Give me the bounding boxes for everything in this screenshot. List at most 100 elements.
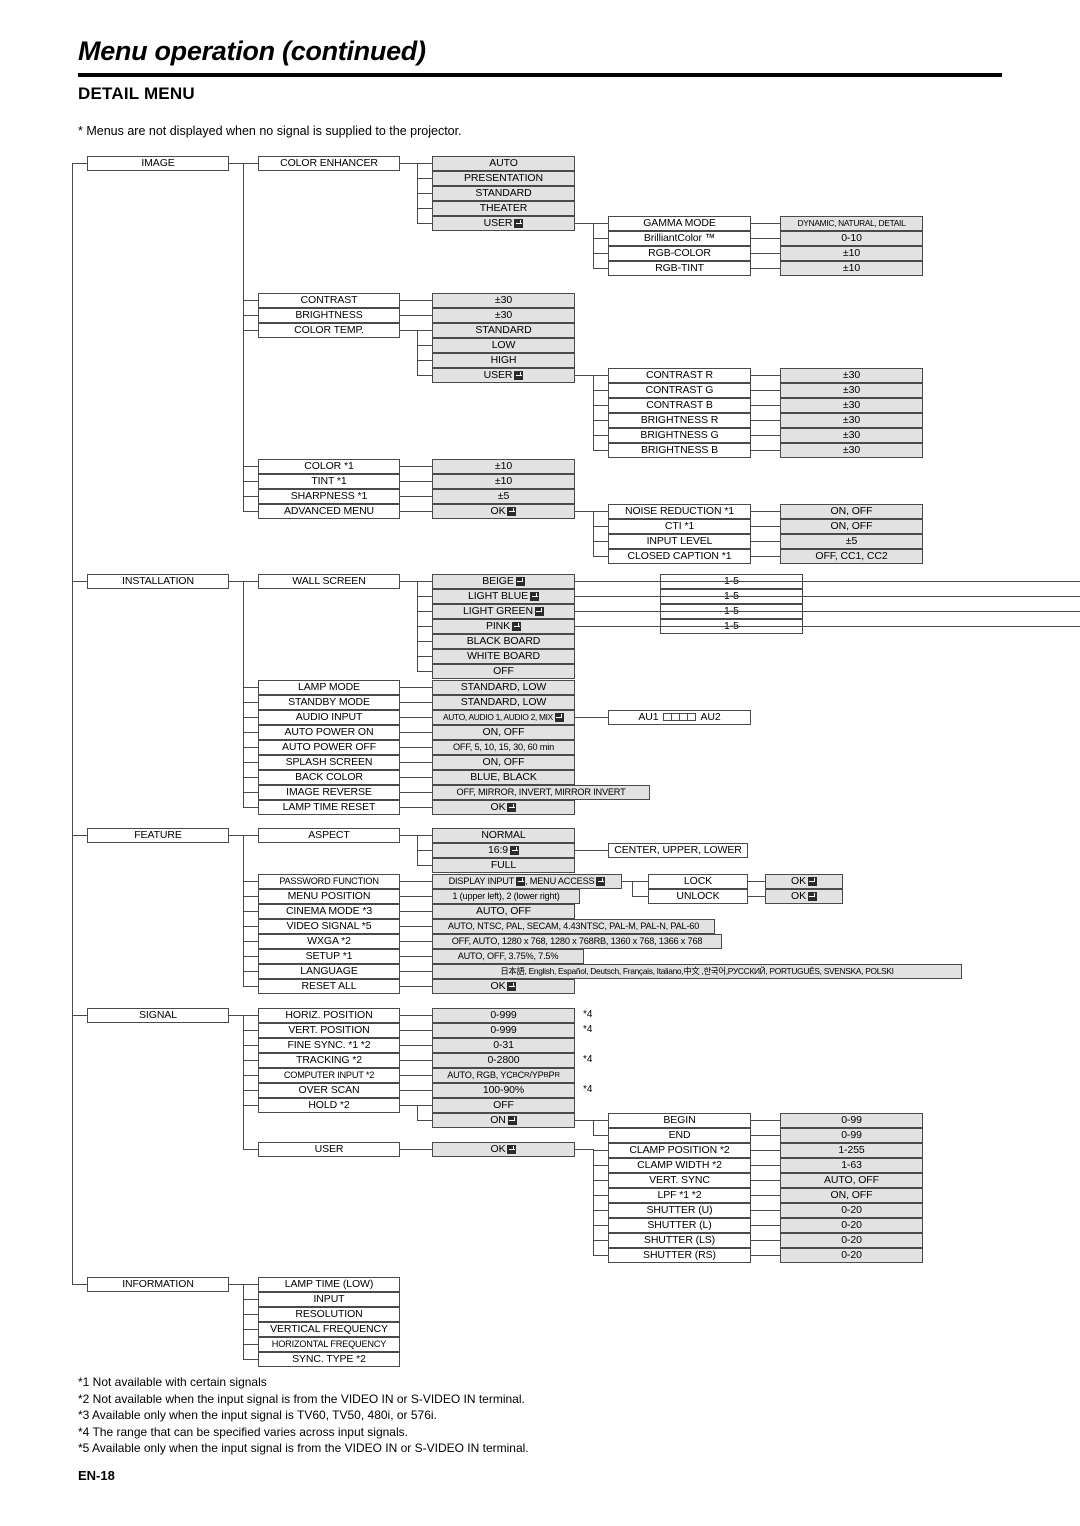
ce-user-head xyxy=(575,223,593,225)
signal-user-item-2: VERT. SYNC xyxy=(608,1173,751,1188)
item-video_signal: VIDEO SIGNAL *5 xyxy=(258,919,400,934)
item-horiz_position: HORIZ. POSITION xyxy=(258,1008,400,1023)
installation-value-link-image_reverse xyxy=(400,792,432,794)
signal-user-item-4: SHUTTER (U) xyxy=(608,1203,751,1218)
signal-user-sub-link-3 xyxy=(751,1195,780,1197)
node-label: WALL SCREEN xyxy=(292,575,366,588)
ce-user-rail xyxy=(593,223,594,269)
ws-level-conn-3 xyxy=(575,626,660,628)
ce-stub xyxy=(417,163,432,165)
password-sub-head xyxy=(622,881,632,883)
signal-value-computer_input: AUTO, RGB, YC B C R/YP B P R xyxy=(432,1068,575,1083)
installation-stub xyxy=(243,702,258,704)
ct-user-value-5: ±30 xyxy=(780,443,923,458)
hold-sub-item-0: BEGIN xyxy=(608,1113,751,1128)
feature-value-password_function: DISPLAY INPUT, MENU ACCESS xyxy=(432,874,622,889)
node-label: OFF, 5, 10, 15, 30, 60 min xyxy=(452,741,555,752)
node-label: 0-999 xyxy=(490,1009,517,1022)
installation-stub xyxy=(243,807,258,809)
node-label: AUTO POWER OFF xyxy=(281,741,377,754)
information-item-1: INPUT xyxy=(258,1292,400,1307)
node-label: SHUTTER (RS) xyxy=(643,1249,716,1262)
node-label: 0-20 xyxy=(841,1249,862,1262)
installation-value-link-lamp_mode xyxy=(400,687,432,689)
advanced-item-1: CTI *1 xyxy=(608,519,751,534)
spine-to-installation xyxy=(72,581,87,583)
advanced-item-0: NOISE REDUCTION *1 xyxy=(608,504,751,519)
node-label: ±30 xyxy=(842,429,861,442)
enter-key-icon xyxy=(507,1144,517,1154)
enter-key-icon xyxy=(515,576,525,586)
node-label: BrilliantColor ™ xyxy=(643,232,716,245)
ws-stub xyxy=(417,611,432,613)
node-label: ±30 xyxy=(842,399,861,412)
item-menu_position: MENU POSITION xyxy=(258,889,400,904)
image-rail-stub xyxy=(243,330,258,332)
ws-stub xyxy=(417,596,432,598)
installation-value-link-auto_power_off xyxy=(400,747,432,749)
ce-head xyxy=(400,163,417,165)
node-label: ON, OFF xyxy=(830,1189,873,1202)
item-language: LANGUAGE xyxy=(258,964,400,979)
ce-user-stub xyxy=(593,253,608,255)
signal-user-stub-5 xyxy=(593,1225,608,1227)
menu-information: INFORMATION xyxy=(87,1277,229,1292)
ct-user-item-0: CONTRAST R xyxy=(608,368,751,383)
hold-sub-rail xyxy=(593,1120,594,1136)
information-stub-0 xyxy=(243,1284,258,1286)
signal-user-item-1: CLAMP WIDTH *2 xyxy=(608,1158,751,1173)
image-rail-stub xyxy=(243,315,258,317)
node-label: INPUT xyxy=(313,1293,345,1306)
node-label: USER xyxy=(484,218,524,229)
node-label: PINK xyxy=(486,621,522,632)
ce-user-stub xyxy=(593,268,608,270)
ct-user-value-4: ±30 xyxy=(780,428,923,443)
feature-link-reset_all xyxy=(400,986,432,988)
node-label: CONTRAST G xyxy=(645,384,714,397)
node-label: LOW xyxy=(491,339,516,352)
node-label: OK xyxy=(491,506,517,517)
item-vert_position: VERT. POSITION xyxy=(258,1023,400,1038)
ct-stub xyxy=(417,330,432,332)
signal-user-item-6: SHUTTER (LS) xyxy=(608,1233,751,1248)
enter-key-icon xyxy=(534,606,544,616)
installation-stub xyxy=(243,732,258,734)
detail-menu-tree: IMAGE COLOR ENHANCER CONTRAST BRIGHTNESS COL… xyxy=(0,0,1080,1526)
signal-user-value-0: 1-255 xyxy=(780,1143,923,1158)
image-value-link-3 xyxy=(400,511,432,513)
installation-value-link-lamp_time_reset xyxy=(400,807,432,809)
information-head xyxy=(229,1284,243,1286)
node-label: AUTO, AUDIO 1, AUDIO 2, MIX xyxy=(443,712,564,722)
aspect-169-sub: CENTER, UPPER, LOWER xyxy=(608,843,748,858)
advanced-link-3 xyxy=(751,556,780,558)
advanced-item-3: CLOSED CAPTION *1 xyxy=(608,549,751,564)
node-label: VERT. SYNC xyxy=(649,1174,710,1187)
node-label: CONTRAST xyxy=(300,294,358,307)
information-stub-1 xyxy=(243,1299,258,1301)
ct-user-item-4: BRIGHTNESS G xyxy=(608,428,751,443)
image-value-0: ±10 xyxy=(432,459,575,474)
node-label: CONTRAST B xyxy=(646,399,713,412)
signal-value-link-fine_sync xyxy=(400,1045,432,1047)
enter-key-icon xyxy=(512,621,522,631)
ce-user-link-3 xyxy=(751,268,780,270)
node-label: STANDARD xyxy=(475,324,532,337)
item-brightness: BRIGHTNESS xyxy=(258,308,400,323)
node-label: ±10 xyxy=(494,475,513,488)
ct-stub xyxy=(417,345,432,347)
node-label: AUTO xyxy=(489,157,518,170)
ws-stub xyxy=(417,656,432,658)
ws-level-conn-2 xyxy=(575,611,660,613)
node-label: ADVANCED MENU xyxy=(283,505,375,518)
ce-user-value-3: ±10 xyxy=(780,261,923,276)
signal-value-vert_position: 0-999 xyxy=(432,1023,575,1038)
hold-sub-value-0: 0-99 xyxy=(780,1113,923,1128)
ce-stub xyxy=(417,208,432,210)
ce-stub xyxy=(417,178,432,180)
node-label: RGB-TINT xyxy=(655,262,704,275)
enter-key-icon xyxy=(510,845,520,855)
installation-stub xyxy=(243,687,258,689)
color-enhancer-option-1: PRESENTATION xyxy=(432,171,575,186)
advanced-value-1: ON, OFF xyxy=(780,519,923,534)
aspect-stub xyxy=(417,835,432,837)
